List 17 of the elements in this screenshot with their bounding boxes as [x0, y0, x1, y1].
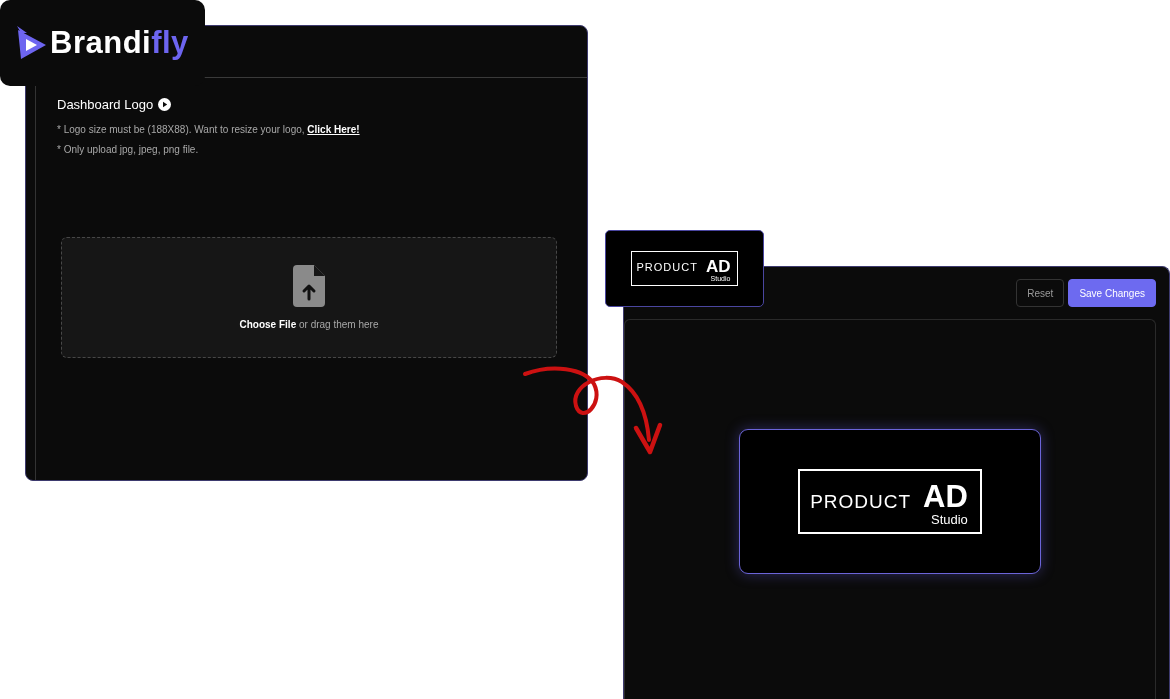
play-circle-icon[interactable] — [158, 98, 172, 111]
reset-button[interactable]: Reset — [1016, 279, 1065, 307]
file-upload-icon — [293, 265, 325, 307]
resize-link[interactable]: Click Here! — [307, 124, 360, 135]
help-note: * Logo size must be (188X88). Want to resize your logo, Click Here! — [57, 124, 361, 135]
help-note: * Only upload jpg, jpeg, png file. — [57, 144, 200, 155]
logo-word: PRODUCT — [636, 262, 698, 274]
file-dropzone[interactable]: Choose File or drag them here — [61, 237, 557, 358]
play-logo-icon — [15, 26, 48, 60]
logo-initials: AD — [705, 257, 731, 275]
logo-word: PRODUCT — [810, 491, 912, 511]
dropzone-text: Choose File or drag them here — [239, 319, 379, 330]
save-button[interactable]: Save Changes — [1068, 279, 1156, 307]
logo-subtitle: Studio — [931, 512, 968, 528]
logo-initials: AD — [923, 481, 968, 513]
brand-name: Brandifly — [50, 25, 189, 61]
section-title: Dashboard Logo — [57, 97, 154, 112]
